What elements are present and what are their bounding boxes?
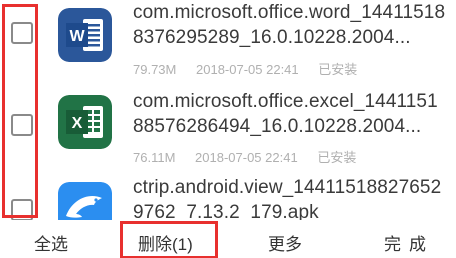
row-checkbox[interactable] [11, 114, 33, 136]
dolphin-icon [58, 182, 112, 220]
file-date: 2018-07-05 22:41 [195, 150, 298, 165]
row-checkbox[interactable] [11, 199, 33, 220]
excel-icon: X [58, 95, 112, 149]
file-date: 2018-07-05 22:41 [196, 62, 299, 77]
file-size: 76.11M [133, 150, 176, 165]
screen: W com.microsoft.office.word_144115188376… [0, 0, 456, 258]
file-name: com.microsoft.office.excel_1441151885762… [133, 91, 438, 137]
list-item[interactable]: ctrip.android.view_144115188276529762_7.… [0, 168, 456, 220]
file-size: 79.73M [133, 62, 177, 77]
install-status: 已安装 [318, 62, 358, 77]
delete-button[interactable]: 删除(1) [138, 230, 193, 255]
svg-text:X: X [72, 115, 83, 132]
install-status: 已安装 [317, 150, 357, 165]
list-item[interactable]: W com.microsoft.office.word_144115188376… [0, 0, 456, 80]
word-icon: W [58, 8, 112, 62]
file-list: W com.microsoft.office.word_144115188376… [0, 0, 456, 220]
row-checkbox[interactable] [11, 22, 33, 44]
select-all-button[interactable]: 全选 [34, 230, 68, 255]
file-meta: 76.11M 2018-07-05 22:41 已安装 [133, 147, 372, 166]
file-meta: 79.73M 2018-07-05 22:41 已安装 [133, 59, 373, 78]
done-button[interactable]: 完成 [384, 230, 434, 255]
list-item[interactable]: X com.microsoft.office.excel_14411518857… [0, 80, 456, 168]
svg-text:W: W [69, 28, 85, 45]
bottom-toolbar: 全选 删除(1) 更多 完成 [0, 220, 456, 258]
file-name: ctrip.android.view_144115188276529762_7.… [133, 177, 442, 220]
file-name: com.microsoft.office.word_14411518837629… [133, 2, 446, 48]
more-button[interactable]: 更多 [268, 230, 302, 255]
